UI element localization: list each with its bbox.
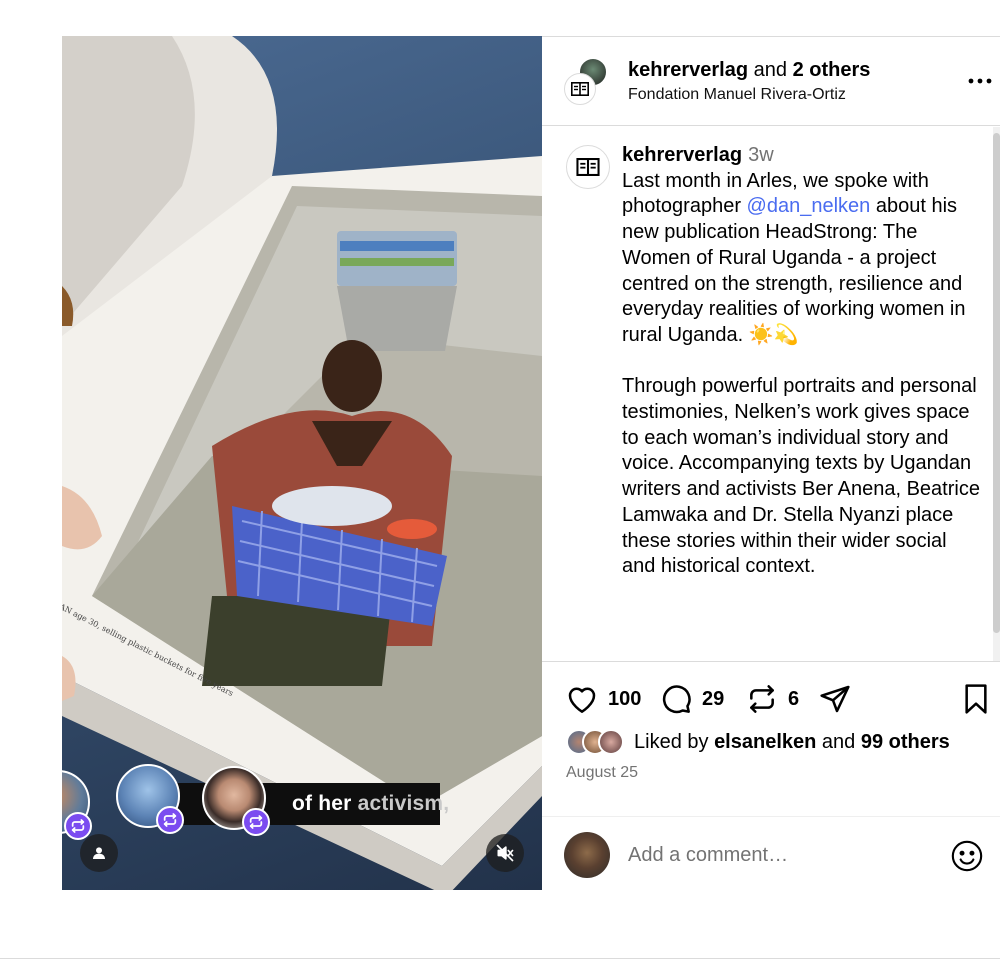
caption-paragraph-2: Through powerful portraits and personal …	[622, 375, 980, 578]
mute-icon	[496, 844, 514, 862]
liker-avatar[interactable]	[598, 729, 624, 755]
collab-avatars[interactable]	[564, 57, 612, 105]
post-date[interactable]: August 25	[566, 764, 638, 782]
caption-scroll-area[interactable]: kehrerverlag 3w Last month in Arles, we sp…	[542, 127, 992, 661]
liked-by-and: and	[816, 730, 861, 753]
liked-by-row[interactable]: Liked by elsanelken and 99 others	[566, 728, 950, 756]
repost-count[interactable]: 6	[788, 688, 799, 711]
post-media[interactable]: AN age 30, selling plastic buckets for f…	[62, 36, 542, 890]
book-photo	[62, 36, 542, 890]
comment-icon	[662, 685, 691, 714]
publisher-avatar[interactable]	[564, 73, 596, 105]
caption-timestamp[interactable]: 3w	[748, 144, 774, 166]
post-caption: kehrerverlag 3w Last month in Arles, we sp…	[622, 143, 982, 580]
post-author-avatar[interactable]	[566, 145, 610, 189]
emoji-button[interactable]	[950, 839, 984, 873]
repost-badge-icon	[64, 812, 92, 840]
comment-action[interactable]: 29	[660, 682, 724, 716]
repost-icon	[750, 685, 774, 713]
comment-count[interactable]: 29	[702, 688, 724, 711]
caption-text-b: about his new publication HeadStrong: Th…	[622, 195, 966, 346]
repost-action[interactable]: 6	[746, 682, 799, 716]
share-icon	[820, 685, 850, 713]
repost-badge-icon	[156, 806, 184, 834]
header-and: and	[748, 59, 793, 81]
header-location[interactable]: Fondation Manuel Rivera-Ortiz	[628, 85, 846, 105]
mute-button[interactable]	[486, 834, 524, 872]
add-comment-input[interactable]	[628, 841, 928, 869]
post-header: kehrerverlag and 2 others Fondation Manu…	[542, 37, 1000, 126]
liked-by-text: Liked by elsanelken and 99 others	[634, 731, 950, 754]
book-logo-icon	[576, 158, 600, 176]
header-username[interactable]: kehrerverlag	[628, 59, 748, 81]
liked-by-user[interactable]: elsanelken	[714, 731, 816, 753]
liked-by-prefix: Liked by	[634, 730, 715, 753]
book-logo-icon	[571, 82, 589, 96]
heart-icon	[568, 687, 596, 713]
header-others[interactable]: 2 others	[793, 59, 871, 81]
post-side-panel: kehrerverlag and 2 others Fondation Manu…	[542, 36, 1000, 890]
caption-scrollbar-thumb[interactable]	[993, 133, 1000, 633]
repost-badge-icon	[242, 808, 270, 836]
liked-by-avatars[interactable]	[566, 729, 626, 755]
more-options-button[interactable]	[966, 67, 994, 95]
current-user-avatar[interactable]	[564, 832, 610, 878]
mention-link[interactable]: @dan_nelken	[747, 195, 871, 217]
bookmark-icon	[965, 684, 987, 714]
post-actions: 100 29 6 Liked by elsanelken and 99 othe…	[542, 661, 1000, 891]
like-action[interactable]: 100	[566, 682, 641, 716]
caption-username[interactable]: kehrerverlag	[622, 144, 742, 166]
user-tag-icon	[93, 847, 105, 859]
header-title: kehrerverlag and 2 others	[628, 58, 870, 82]
caption-text-main: of her	[292, 792, 358, 815]
share-action[interactable]	[818, 682, 852, 716]
add-comment-bar	[542, 816, 1000, 892]
user-tag-button[interactable]	[80, 834, 118, 872]
caption-paragraph-1: kehrerverlag 3w Last month in Arles, we sp…	[622, 143, 982, 349]
page-divider	[0, 958, 1000, 959]
liked-by-others[interactable]: 99 others	[861, 731, 950, 753]
emoji-icon	[951, 840, 983, 872]
like-count[interactable]: 100	[608, 688, 641, 711]
save-action[interactable]	[962, 682, 990, 716]
caption-text-dim: activism,	[357, 792, 450, 815]
more-icon	[968, 78, 992, 84]
